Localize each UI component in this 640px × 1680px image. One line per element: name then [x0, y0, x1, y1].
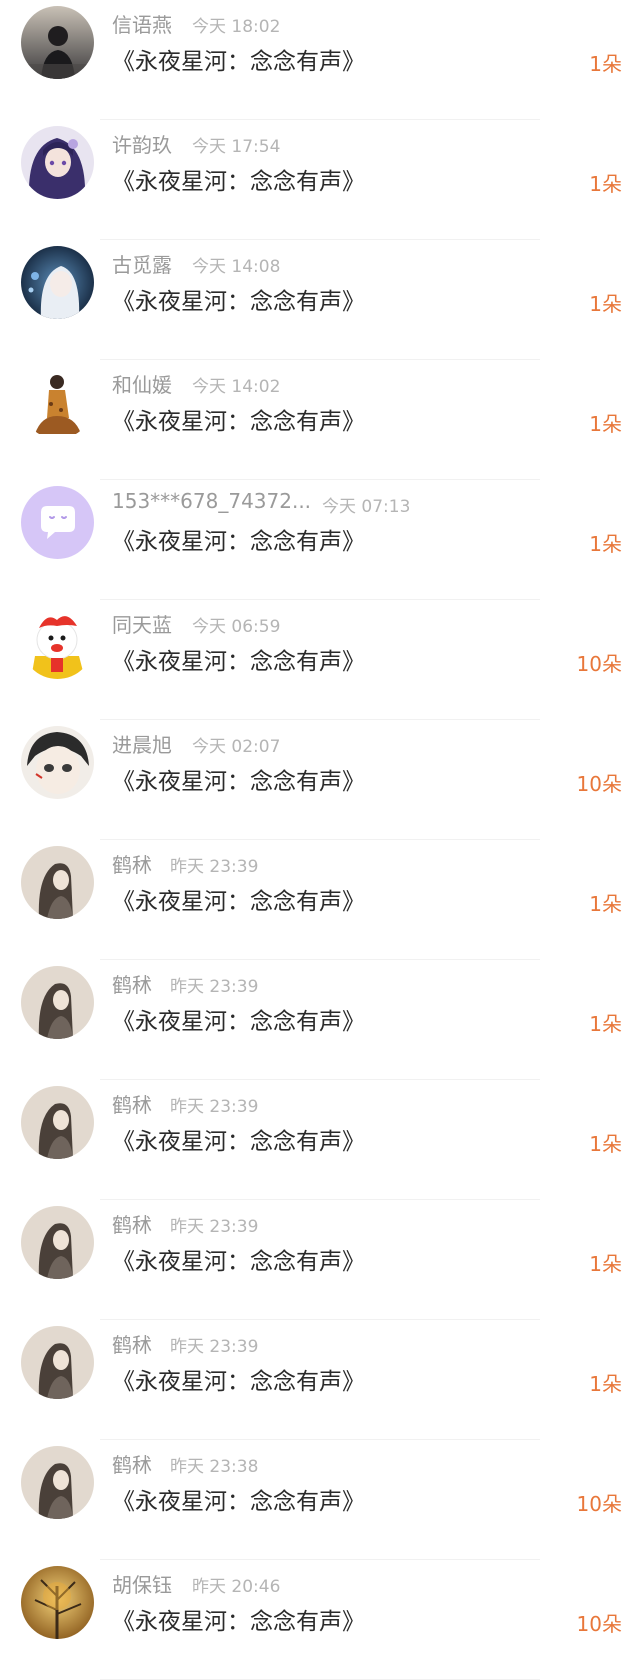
gift-time: 今天 14:02	[192, 377, 281, 397]
user-name[interactable]: 和仙媛	[112, 369, 172, 398]
gift-record-item[interactable]: 鹤秫 昨天 23:39 《永夜星河：念念有声》 1朵	[0, 960, 640, 1080]
flower-count: 10朵	[576, 772, 622, 796]
gift-record-item[interactable]: 鹤秫 昨天 23:39 《永夜星河：念念有声》 1朵	[0, 1320, 640, 1440]
work-title: 《永夜星河：念念有声》	[112, 289, 365, 315]
flower-count: 1朵	[589, 412, 622, 436]
user-name[interactable]: 胡保钰	[112, 1569, 172, 1598]
gift-time: 昨天 23:39	[170, 1337, 259, 1357]
photo-avatar-icon[interactable]	[21, 966, 94, 1039]
work-title: 《永夜星河：念念有声》	[112, 1129, 365, 1155]
photo-avatar-icon[interactable]	[21, 1206, 94, 1279]
photo-avatar-icon[interactable]	[21, 846, 94, 919]
gift-time: 昨天 23:39	[170, 857, 259, 877]
user-name[interactable]: 鹤秫	[112, 1089, 152, 1118]
gift-record-item[interactable]: 鹤秫 昨天 23:39 《永夜星河：念念有声》 1朵	[0, 1080, 640, 1200]
gift-record-item[interactable]: 153***678_74372... 今天 07:13 《永夜星河：念念有声》 …	[0, 480, 640, 600]
user-name[interactable]: 许韵玖	[112, 129, 172, 158]
photo-avatar-icon[interactable]	[21, 1446, 94, 1519]
photo-avatar-icon[interactable]	[21, 366, 94, 439]
gift-time: 今天 18:02	[192, 17, 281, 37]
flower-count: 1朵	[589, 1132, 622, 1156]
gift-record-item[interactable]: 鹤秫 昨天 23:39 《永夜星河：念念有声》 1朵	[0, 1200, 640, 1320]
anime-avatar-icon[interactable]	[21, 126, 94, 199]
work-title: 《永夜星河：念念有声》	[112, 169, 365, 195]
work-title: 《永夜星河：念念有声》	[112, 1249, 365, 1275]
flower-count: 1朵	[589, 892, 622, 916]
anime-avatar-icon[interactable]	[21, 246, 94, 319]
gift-record-item[interactable]: 信语燕 今天 18:02 《永夜星河：念念有声》 1朵	[0, 0, 640, 120]
gift-time: 昨天 23:39	[170, 1217, 259, 1237]
user-name[interactable]: 鹤秫	[112, 1209, 152, 1238]
gift-record-item[interactable]: 古觅露 今天 14:08 《永夜星河：念念有声》 1朵	[0, 240, 640, 360]
photo-avatar-icon[interactable]	[21, 6, 94, 79]
photo-avatar-icon[interactable]	[21, 1566, 94, 1639]
gift-record-item[interactable]: 进晨旭 今天 02:07 《永夜星河：念念有声》 10朵	[0, 720, 640, 840]
anime-avatar-icon[interactable]	[21, 726, 94, 799]
work-title: 《永夜星河：念念有声》	[112, 769, 365, 795]
work-title: 《永夜星河：念念有声》	[112, 409, 365, 435]
user-name[interactable]: 鹤秫	[112, 1329, 152, 1358]
work-title: 《永夜星河：念念有声》	[112, 1489, 365, 1515]
flower-count: 1朵	[589, 1372, 622, 1396]
work-title: 《永夜星河：念念有声》	[112, 529, 365, 555]
gift-time: 今天 02:07	[192, 737, 281, 757]
photo-avatar-icon[interactable]	[21, 1086, 94, 1159]
gift-time: 今天 14:08	[192, 257, 281, 277]
gift-record-item[interactable]: 鹤秫 昨天 23:38 《永夜星河：念念有声》 10朵	[0, 1440, 640, 1560]
user-name[interactable]: 153***678_74372...	[112, 489, 311, 513]
flower-count: 1朵	[589, 532, 622, 556]
user-name[interactable]: 鹤秫	[112, 849, 152, 878]
flower-count: 1朵	[589, 52, 622, 76]
flower-count: 1朵	[589, 292, 622, 316]
work-title: 《永夜星河：念念有声》	[112, 649, 365, 675]
work-title: 《永夜星河：念念有声》	[112, 1009, 365, 1035]
user-name[interactable]: 进晨旭	[112, 729, 172, 758]
flower-count: 1朵	[589, 1252, 622, 1276]
user-name[interactable]: 信语燕	[112, 9, 172, 38]
default-chat-avatar-icon[interactable]	[21, 486, 94, 559]
gift-record-list: 信语燕 今天 18:02 《永夜星河：念念有声》 1朵 许韵玖 今天 17:54…	[0, 0, 640, 1680]
user-name[interactable]: 鹤秫	[112, 969, 152, 998]
cartoon-avatar-icon[interactable]	[21, 606, 94, 679]
flower-count: 10朵	[576, 1492, 622, 1516]
user-name[interactable]: 同天蓝	[112, 609, 172, 638]
flower-count: 1朵	[589, 172, 622, 196]
gift-record-item[interactable]: 同天蓝 今天 06:59 《永夜星河：念念有声》 10朵	[0, 600, 640, 720]
photo-avatar-icon[interactable]	[21, 1326, 94, 1399]
gift-time: 今天 06:59	[192, 617, 281, 637]
gift-time: 昨天 23:39	[170, 977, 259, 997]
gift-time: 昨天 20:46	[192, 1577, 281, 1597]
flower-count: 1朵	[589, 1012, 622, 1036]
work-title: 《永夜星河：念念有声》	[112, 889, 365, 915]
gift-record-item[interactable]: 许韵玖 今天 17:54 《永夜星河：念念有声》 1朵	[0, 120, 640, 240]
user-name[interactable]: 鹤秫	[112, 1449, 152, 1478]
work-title: 《永夜星河：念念有声》	[112, 1369, 365, 1395]
flower-count: 10朵	[576, 652, 622, 676]
gift-time: 昨天 23:39	[170, 1097, 259, 1117]
flower-count: 10朵	[576, 1612, 622, 1636]
gift-time: 今天 07:13	[322, 497, 411, 517]
gift-time: 昨天 23:38	[170, 1457, 259, 1477]
gift-record-item[interactable]: 胡保钰 昨天 20:46 《永夜星河：念念有声》 10朵	[0, 1560, 640, 1680]
user-name[interactable]: 古觅露	[112, 249, 172, 278]
gift-record-item[interactable]: 和仙媛 今天 14:02 《永夜星河：念念有声》 1朵	[0, 360, 640, 480]
gift-time: 今天 17:54	[192, 137, 281, 157]
work-title: 《永夜星河：念念有声》	[112, 1609, 365, 1635]
work-title: 《永夜星河：念念有声》	[112, 49, 365, 75]
gift-record-item[interactable]: 鹤秫 昨天 23:39 《永夜星河：念念有声》 1朵	[0, 840, 640, 960]
